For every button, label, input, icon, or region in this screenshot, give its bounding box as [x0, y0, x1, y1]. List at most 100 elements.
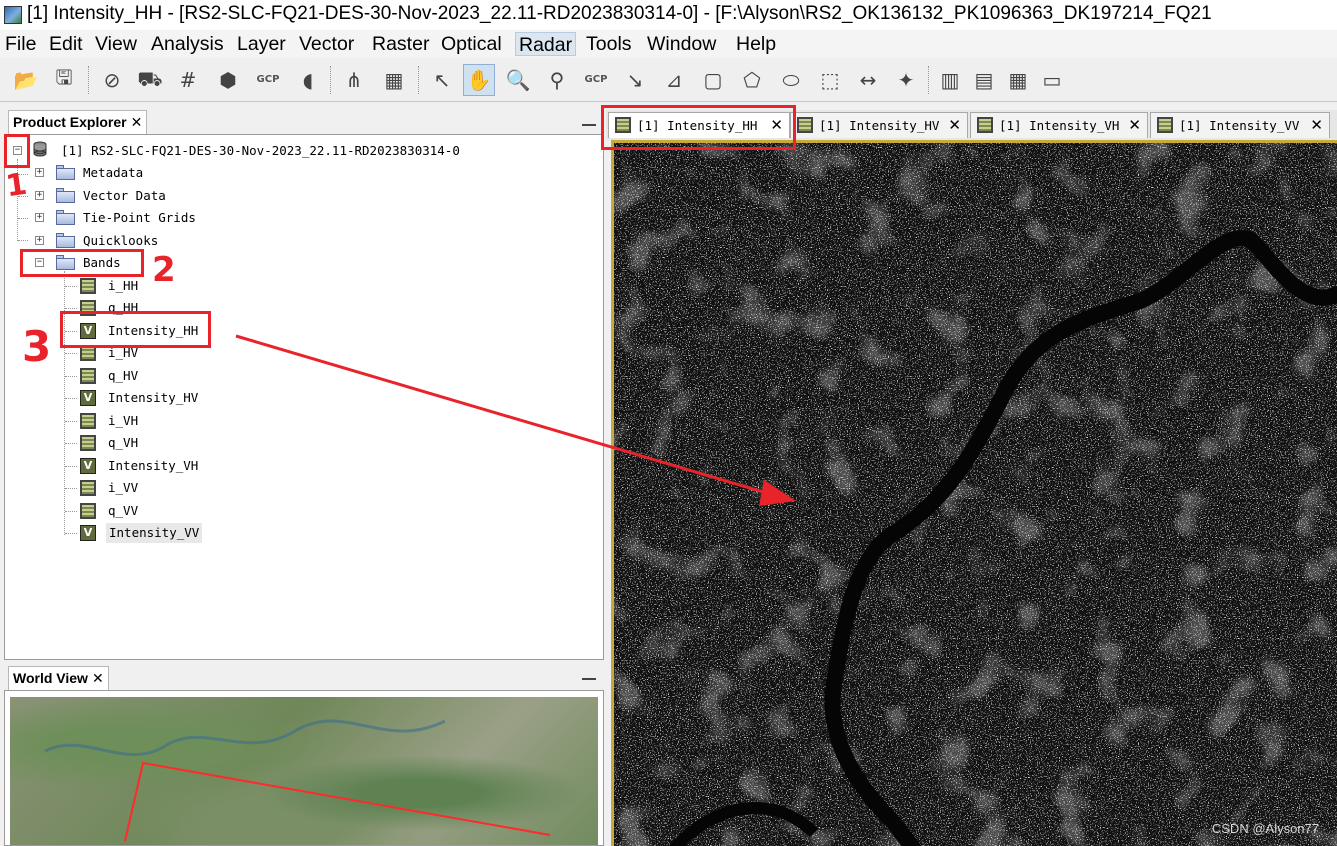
virtual-band-icon: V	[80, 458, 96, 474]
tile-vertical-icon[interactable]: ▤	[968, 64, 1000, 96]
tree-folder-metadata[interactable]: Metadata	[83, 165, 143, 181]
main-toolbar: 📂 🖫 ⊘ ⛟ # ⬢ GCP ◖ ⋔ ▦ ↖ ✋ 🔍 ⚲ GCP ↘ ⊿ ▢ …	[0, 58, 1337, 102]
world-view-panel: World View ✕	[4, 666, 604, 846]
minimize-icon[interactable]	[582, 678, 596, 680]
band-icon	[80, 368, 96, 384]
folder-icon	[56, 165, 75, 180]
band-q-vh[interactable]: q_VH	[108, 435, 138, 451]
band-i-hh[interactable]: i_HH	[108, 278, 138, 294]
band-intensity-vv[interactable]: Intensity_VV	[106, 523, 203, 543]
menu-help[interactable]: Help	[733, 32, 779, 56]
pixel-info-icon[interactable]: ▦	[378, 64, 410, 96]
product-explorer-tab[interactable]: Product Explorer ✕	[8, 110, 148, 134]
menu-window[interactable]: Window	[644, 32, 719, 56]
polygon-tool-icon[interactable]: ⬠	[736, 64, 768, 96]
product-database-icon	[32, 141, 48, 157]
world-view-header: World View ✕	[4, 666, 604, 690]
world-view-canvas[interactable]	[4, 690, 604, 846]
graticule-icon[interactable]: #	[172, 64, 204, 96]
metadata-expand-toggle[interactable]: +	[35, 168, 44, 177]
gcp-tool-icon[interactable]: GCP	[580, 64, 612, 96]
menu-radar[interactable]: Radar	[515, 32, 577, 56]
line-tool-icon[interactable]: ↘	[619, 64, 651, 96]
world-map-icon[interactable]: ◖	[292, 64, 324, 96]
tree-folder-quicklooks[interactable]: Quicklooks	[83, 233, 158, 249]
menu-edit[interactable]: Edit	[46, 32, 86, 56]
open-product-icon[interactable]: 📂	[10, 64, 42, 96]
no-data-overlay-icon[interactable]: ⊘	[96, 64, 128, 96]
virtual-band-icon: V	[80, 525, 96, 541]
product-explorer-panel: Product Explorer ✕ − [1] RS2-SLC-FQ21-DES…	[4, 110, 604, 660]
window-title-bar: [1] Intensity_HH - [RS2-SLC-FQ21-DES-30-…	[0, 0, 1337, 30]
band-icon	[797, 117, 813, 133]
band-icon	[1157, 117, 1173, 133]
sar-image-view[interactable]: CSDN @Alyson77	[611, 140, 1337, 846]
select-tool-icon[interactable]: ↖	[426, 64, 458, 96]
annotation-box-1	[4, 134, 30, 168]
product-node[interactable]: [1] RS2-SLC-FQ21-DES-30-Nov-2023_22.11-R…	[61, 143, 460, 159]
mask-tool-icon[interactable]: ⛟	[134, 64, 166, 96]
world-view-tab[interactable]: World View ✕	[8, 666, 109, 690]
product-explorer-title: Product Explorer	[13, 114, 127, 130]
ellipse-tool-icon[interactable]: ⬭	[775, 64, 807, 96]
menu-raster[interactable]: Raster	[369, 32, 432, 56]
band-intensity-hv[interactable]: Intensity_HV	[108, 390, 198, 406]
tile-grid-icon[interactable]: ▦	[1002, 64, 1034, 96]
minimize-icon[interactable]	[582, 124, 596, 126]
band-icon	[80, 480, 96, 496]
tab-intensity-hv[interactable]: [1] Intensity_HV ✕	[790, 112, 968, 138]
virtual-band-icon: V	[80, 390, 96, 406]
window-title: [1] Intensity_HH - [RS2-SLC-FQ21-DES-30-…	[27, 3, 1212, 24]
close-icon[interactable]: ✕	[948, 113, 961, 138]
tile-horizontal-icon[interactable]: ▥	[934, 64, 966, 96]
close-icon[interactable]: ✕	[92, 670, 104, 686]
band-i-vv[interactable]: i_VV	[108, 480, 138, 496]
save-product-icon[interactable]: 🖫	[48, 64, 80, 96]
watermark: CSDN @Alyson77	[1211, 821, 1319, 836]
tree-folder-tie-point-grids[interactable]: Tie-Point Grids	[83, 210, 196, 226]
pin-tool-icon[interactable]: ⚲	[541, 64, 573, 96]
range-finder-icon[interactable]: ⬚	[814, 64, 846, 96]
pin-placemark-icon[interactable]: ⬢	[212, 64, 244, 96]
menu-tools[interactable]: Tools	[583, 32, 635, 56]
magic-wand-icon[interactable]: ↔	[852, 64, 884, 96]
band-i-vh[interactable]: i_VH	[108, 413, 138, 429]
tab-intensity-vv[interactable]: [1] Intensity_VV ✕	[1150, 112, 1330, 138]
band-icon	[80, 278, 96, 294]
pan-tool-icon[interactable]: ✋	[463, 64, 495, 96]
band-q-hv[interactable]: q_HV	[108, 368, 138, 384]
sar-intensity-image	[614, 143, 1337, 846]
app-icon	[4, 6, 22, 24]
band-icon	[80, 435, 96, 451]
close-icon[interactable]: ✕	[131, 114, 143, 130]
annotation-box-3	[60, 311, 211, 348]
gcp-placemark-icon[interactable]: GCP	[252, 64, 284, 96]
band-icon	[80, 413, 96, 429]
menu-view[interactable]: View	[92, 32, 140, 56]
product-explorer-header: Product Explorer ✕	[4, 110, 604, 134]
menu-optical[interactable]: Optical	[438, 32, 505, 56]
close-icon[interactable]: ✕	[1128, 113, 1141, 138]
quicklooks-expand-toggle[interactable]: +	[35, 236, 44, 245]
tile-evenly-icon[interactable]: ✦	[890, 64, 922, 96]
tab-intensity-vh[interactable]: [1] Intensity_VH ✕	[970, 112, 1148, 138]
menu-file[interactable]: File	[2, 32, 39, 56]
menu-vector[interactable]: Vector	[296, 32, 357, 56]
product-library-icon[interactable]: ⋔	[338, 64, 370, 96]
polyline-tool-icon[interactable]: ⊿	[658, 64, 690, 96]
tie-point-grids-expand-toggle[interactable]: +	[35, 213, 44, 222]
tile-single-icon[interactable]: ▭	[1036, 64, 1068, 96]
folder-icon	[56, 210, 75, 225]
menu-analysis[interactable]: Analysis	[148, 32, 227, 56]
zoom-tool-icon[interactable]: 🔍	[502, 64, 534, 96]
menu-bar: File Edit View Analysis Layer Vector Ras…	[0, 30, 1337, 58]
rectangle-tool-icon[interactable]: ▢	[697, 64, 729, 96]
vector-data-expand-toggle[interactable]: +	[35, 191, 44, 200]
close-icon[interactable]: ✕	[1310, 113, 1323, 138]
band-intensity-vh[interactable]: Intensity_VH	[108, 458, 198, 474]
menu-layer[interactable]: Layer	[234, 32, 289, 56]
product-tree: − [1] RS2-SLC-FQ21-DES-30-Nov-2023_22.11…	[4, 134, 604, 660]
band-q-vv[interactable]: q_VV	[108, 503, 138, 519]
world-view-title: World View	[13, 670, 88, 686]
tree-folder-vector-data[interactable]: Vector Data	[83, 188, 166, 204]
